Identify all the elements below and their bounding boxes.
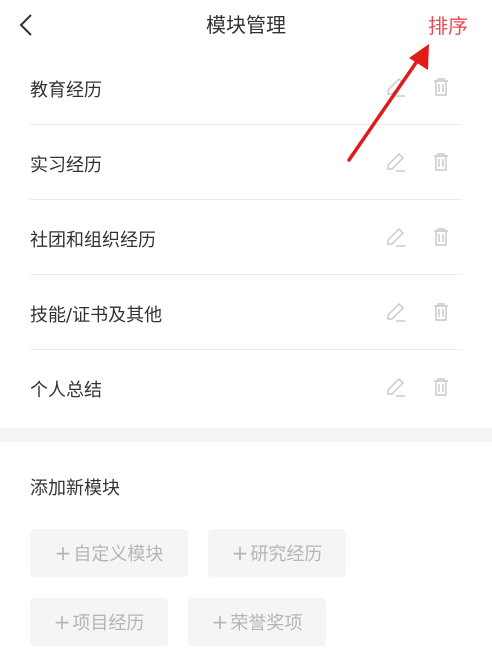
module-item-internship: 实习经历 — [30, 125, 462, 200]
chip-label: 研究经历 — [250, 544, 323, 565]
add-section-title: 添加新模块 — [30, 478, 120, 499]
page-title: 模块管理 — [206, 13, 286, 37]
module-label: 实习经历 — [30, 155, 102, 176]
module-label: 个人总结 — [30, 380, 102, 401]
module-label: 社团和组织经历 — [30, 230, 156, 251]
module-label: 教育经历 — [30, 80, 102, 101]
sort-button[interactable]: 排序 — [428, 10, 468, 39]
module-list: 教育经历 实习经历 社团和组织经历 技能/证书及其他 个人总结 — [30, 50, 462, 425]
module-item-club: 社团和组织经历 — [30, 200, 462, 275]
trash-icon[interactable] — [430, 301, 452, 323]
trash-icon[interactable] — [430, 226, 452, 248]
pencil-icon[interactable] — [385, 151, 407, 173]
pencil-icon[interactable] — [385, 226, 407, 248]
add-honor-button[interactable]: + 荣誉奖项 — [188, 598, 326, 646]
add-custom-module-button[interactable]: + 自定义模块 — [30, 529, 188, 577]
pencil-icon[interactable] — [385, 76, 407, 98]
plus-icon: + — [53, 610, 71, 634]
module-item-education: 教育经历 — [30, 50, 462, 125]
module-item-skills: 技能/证书及其他 — [30, 275, 462, 350]
trash-icon[interactable] — [430, 76, 452, 98]
chip-label: 自定义模块 — [73, 544, 164, 565]
module-item-summary: 个人总结 — [30, 350, 462, 425]
chip-label: 项目经历 — [72, 613, 145, 634]
trash-icon[interactable] — [430, 376, 452, 398]
pencil-icon[interactable] — [385, 376, 407, 398]
plus-icon: + — [231, 541, 249, 565]
add-research-button[interactable]: + 研究经历 — [208, 529, 346, 577]
header-bar: 模块管理 排序 — [0, 0, 492, 50]
section-divider — [0, 428, 492, 442]
module-label: 技能/证书及其他 — [30, 305, 163, 326]
plus-icon: + — [54, 541, 72, 565]
plus-icon: + — [211, 610, 229, 634]
chip-label: 荣誉奖项 — [230, 613, 303, 634]
add-project-button[interactable]: + 项目经历 — [30, 598, 168, 646]
pencil-icon[interactable] — [385, 301, 407, 323]
trash-icon[interactable] — [430, 151, 452, 173]
